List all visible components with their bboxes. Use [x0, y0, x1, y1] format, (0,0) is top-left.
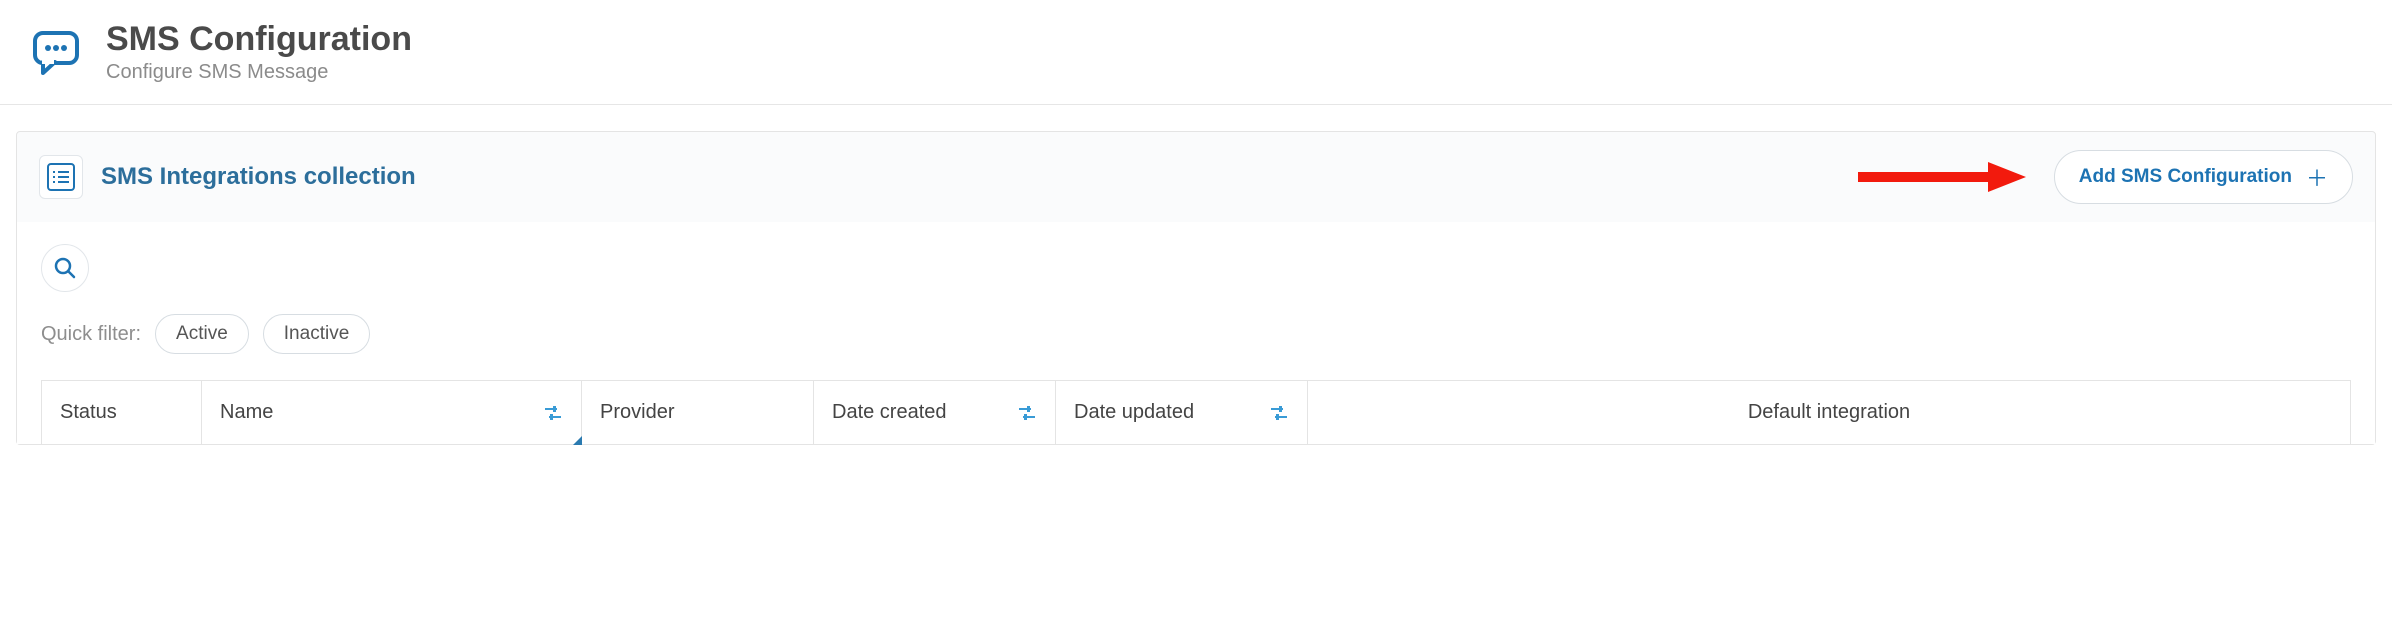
column-header-status[interactable]: Status	[42, 381, 202, 444]
search-icon	[53, 256, 77, 280]
panel-body: Quick filter: Active Inactive Status Nam…	[17, 222, 2375, 444]
list-icon	[39, 155, 83, 199]
filter-icon[interactable]	[543, 403, 563, 423]
column-label: Name	[220, 401, 273, 424]
add-sms-configuration-button[interactable]: Add SMS Configuration ＋	[2054, 150, 2353, 204]
annotation-arrow-icon	[1856, 160, 2026, 194]
page-subtitle: Configure SMS Message	[106, 61, 412, 84]
column-header-default-integration[interactable]: Default integration	[1308, 381, 2350, 444]
table-header-row: Status Name Provider Date cr	[42, 381, 2350, 444]
page-title: SMS Configuration	[106, 20, 412, 59]
plus-icon: ＋	[2306, 161, 2328, 193]
column-label: Default integration	[1748, 401, 1910, 424]
column-header-date-updated[interactable]: Date updated	[1056, 381, 1308, 444]
filter-icon[interactable]	[1017, 403, 1037, 423]
page-header: SMS Configuration Configure SMS Message	[0, 0, 2392, 105]
add-button-label: Add SMS Configuration	[2079, 166, 2292, 188]
column-header-date-created[interactable]: Date created	[814, 381, 1056, 444]
sms-integrations-panel: SMS Integrations collection Add SMS Conf…	[16, 131, 2376, 445]
panel-header-left: SMS Integrations collection	[39, 155, 416, 199]
quick-filter-row: Quick filter: Active Inactive	[41, 314, 2351, 354]
sms-bubble-icon	[28, 24, 84, 80]
column-label: Status	[60, 401, 117, 424]
search-button[interactable]	[41, 244, 89, 292]
column-resize-indicator[interactable]	[573, 436, 582, 445]
filter-chip-active[interactable]: Active	[155, 314, 249, 354]
panel-header: SMS Integrations collection Add SMS Conf…	[17, 132, 2375, 222]
column-label: Date created	[832, 401, 947, 424]
column-header-name[interactable]: Name	[202, 381, 582, 444]
filter-icon[interactable]	[1269, 403, 1289, 423]
filter-chip-inactive[interactable]: Inactive	[263, 314, 370, 354]
column-header-provider[interactable]: Provider	[582, 381, 814, 444]
integrations-table: Status Name Provider Date cr	[41, 380, 2351, 444]
column-label: Date updated	[1074, 401, 1194, 424]
quick-filter-label: Quick filter:	[41, 323, 141, 346]
column-label: Provider	[600, 401, 674, 424]
page-title-block: SMS Configuration Configure SMS Message	[106, 20, 412, 84]
panel-title: SMS Integrations collection	[101, 163, 416, 191]
